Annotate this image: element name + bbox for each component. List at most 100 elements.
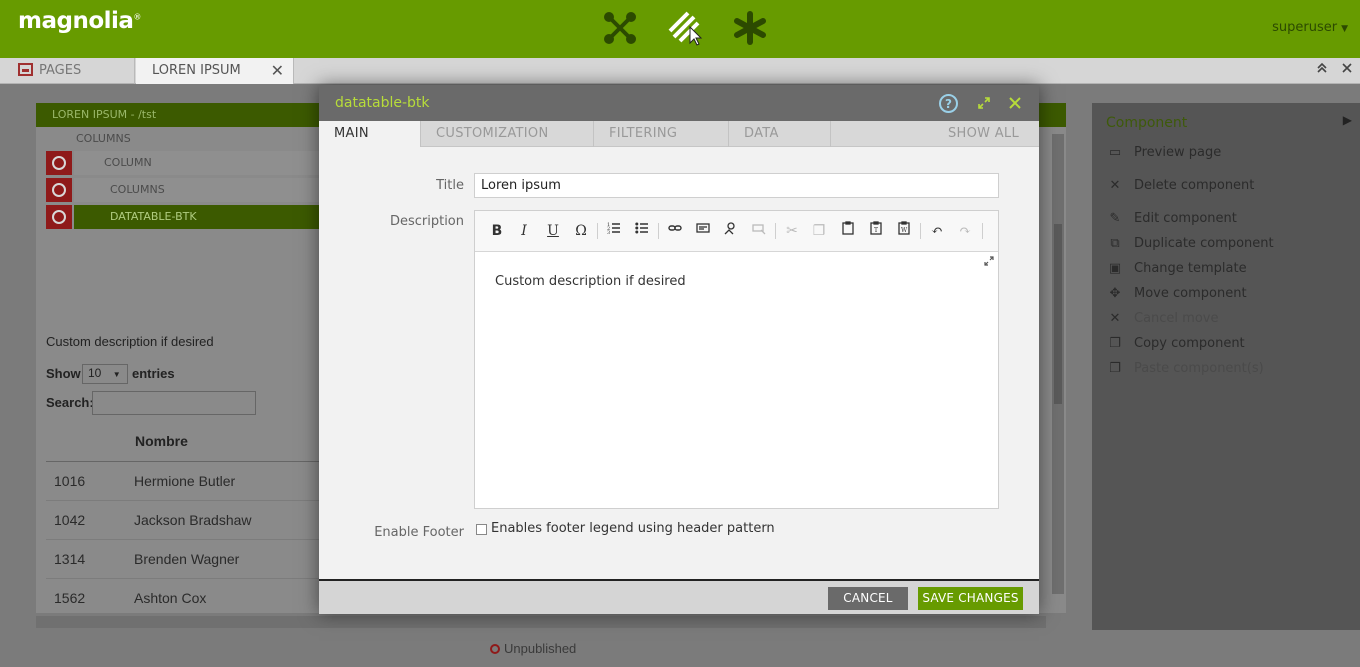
preview-search-label: Search: bbox=[46, 395, 94, 410]
tree-row-columns-nested[interactable]: COLUMNS bbox=[46, 178, 346, 202]
user-menu[interactable]: superuser ▼ bbox=[1272, 20, 1348, 35]
collapse-icon[interactable] bbox=[1316, 58, 1328, 84]
undo-icon[interactable]: ↶ bbox=[926, 220, 948, 242]
underline-icon[interactable]: U bbox=[542, 220, 564, 242]
toolbar-divider bbox=[597, 223, 598, 239]
redo-icon: ↷ bbox=[959, 223, 971, 239]
action-move-component[interactable]: ✥ Move component bbox=[1106, 283, 1247, 305]
action-edit-component[interactable]: ✎ Edit component bbox=[1106, 208, 1237, 230]
move-icon: ✥ bbox=[1109, 286, 1121, 301]
close-icon[interactable] bbox=[1005, 93, 1025, 113]
app-launcher-group bbox=[600, 8, 770, 48]
edit-component-dialog: datatable-btk ? MAIN CUSTOMIZATION FILTE… bbox=[319, 85, 1039, 614]
preview-show-label: Show bbox=[46, 366, 81, 381]
paste-icon: ❐ bbox=[1109, 361, 1121, 376]
preview-horizontal-scrollbar[interactable] bbox=[36, 616, 1046, 628]
tab-filtering[interactable]: FILTERING bbox=[594, 121, 729, 147]
magnolia-logo[interactable]: magnolia® bbox=[18, 8, 141, 34]
tab-show-all[interactable]: SHOW ALL bbox=[831, 121, 1039, 147]
publish-status: Unpublished bbox=[490, 641, 576, 656]
tab-customization[interactable]: CUSTOMIZATION bbox=[421, 121, 594, 147]
dialog-body: Title Description B I U Ω 123 bbox=[319, 147, 1039, 579]
enable-footer-checkbox-label[interactable]: Enables footer legend using header patte… bbox=[491, 521, 775, 536]
internal-link-icon[interactable] bbox=[692, 220, 714, 242]
bold-icon[interactable]: B bbox=[486, 220, 508, 242]
asset-link-icon[interactable] bbox=[720, 220, 742, 242]
dialog-title: datatable-btk bbox=[335, 95, 430, 111]
table-row[interactable]: 1562 Ashton Cox bbox=[46, 579, 326, 613]
preview-search-input[interactable] bbox=[92, 391, 256, 415]
component-marker-icon bbox=[46, 151, 72, 175]
action-delete-component[interactable]: ✕ Delete component bbox=[1106, 175, 1255, 197]
enable-footer-checkbox[interactable] bbox=[476, 524, 487, 535]
column-header-nombre[interactable]: Nombre bbox=[135, 433, 188, 449]
toolbar-divider bbox=[920, 223, 921, 239]
edit-icon: ✎ bbox=[1109, 211, 1121, 226]
tab-pages[interactable]: PAGES bbox=[0, 58, 135, 84]
svg-text:3: 3 bbox=[607, 230, 610, 235]
paste-word-icon[interactable]: W bbox=[893, 220, 915, 242]
tree-row-column[interactable]: COLUMN bbox=[46, 151, 346, 175]
close-tab-icon[interactable]: ✕ bbox=[271, 58, 284, 84]
description-label: Description bbox=[389, 214, 464, 229]
preview-icon: ▭ bbox=[1108, 145, 1122, 160]
action-paste-component: ❐ Paste component(s) bbox=[1106, 358, 1264, 380]
paste-text-icon[interactable]: T bbox=[865, 220, 887, 242]
favorites-icon[interactable] bbox=[730, 8, 770, 48]
action-duplicate-component[interactable]: ⧉ Duplicate component bbox=[1106, 233, 1273, 255]
tab-data[interactable]: DATA bbox=[729, 121, 831, 147]
cancel-button[interactable]: CANCEL bbox=[828, 587, 908, 610]
pulse-tasks-icon[interactable] bbox=[665, 8, 705, 48]
maximize-icon[interactable] bbox=[974, 93, 994, 113]
rich-text-editor[interactable]: B I U Ω 123 ✂ ❐ T W ↶ ↷ Custom descripti… bbox=[474, 210, 999, 509]
close-app-icon[interactable] bbox=[1341, 58, 1353, 84]
tab-loren-ipsum[interactable]: LOREN IPSUM ✕ bbox=[136, 58, 294, 84]
action-bar-title: Component bbox=[1106, 115, 1188, 131]
tab-main[interactable]: MAIN bbox=[319, 121, 421, 148]
action-change-template[interactable]: ▣ Change template bbox=[1106, 258, 1247, 280]
svg-text:T: T bbox=[874, 227, 878, 234]
template-icon: ▣ bbox=[1108, 261, 1122, 276]
table-row[interactable]: 1042 Jackson Bradshaw bbox=[46, 501, 326, 540]
action-cancel-move: ✕ Cancel move bbox=[1106, 308, 1219, 330]
link-icon[interactable] bbox=[664, 220, 686, 242]
expand-editor-icon[interactable] bbox=[984, 255, 994, 266]
unlink-icon bbox=[748, 220, 770, 242]
copy-icon: ❐ bbox=[1109, 336, 1121, 351]
status-dot-icon bbox=[490, 644, 500, 654]
apps-launcher-icon[interactable] bbox=[600, 8, 640, 48]
entries-select[interactable]: 10 ▼ bbox=[82, 364, 128, 384]
action-preview-page[interactable]: ▭ Preview page bbox=[1106, 142, 1221, 164]
duplicate-icon: ⧉ bbox=[1110, 236, 1120, 251]
tree-row-datatable[interactable]: DATATABLE-BTK bbox=[46, 205, 346, 229]
tree-row-columns[interactable]: COLUMNS bbox=[46, 127, 346, 151]
pages-icon bbox=[18, 63, 33, 76]
save-changes-button[interactable]: SAVE CHANGES bbox=[918, 587, 1023, 610]
special-char-icon[interactable]: Ω bbox=[570, 220, 592, 242]
dialog-tabs: MAIN CUSTOMIZATION FILTERING DATA SHOW A… bbox=[319, 121, 1039, 148]
numbered-list-icon[interactable]: 123 bbox=[603, 220, 625, 242]
collapse-panel-icon[interactable]: ▶ bbox=[1343, 113, 1352, 127]
editor-content[interactable]: Custom description if desired bbox=[495, 274, 686, 289]
scroll-thumb[interactable] bbox=[1054, 224, 1062, 404]
bulleted-list-icon[interactable] bbox=[631, 220, 653, 242]
title-input[interactable] bbox=[474, 173, 999, 198]
cut-icon: ✂ bbox=[786, 223, 798, 239]
app-tab-bar: PAGES LOREN IPSUM ✕ bbox=[0, 58, 1360, 84]
preview-entries-label: entries bbox=[132, 366, 175, 381]
table-row[interactable]: 1314 Brenden Wagner bbox=[46, 540, 326, 579]
enable-footer-label: Enable Footer bbox=[374, 525, 464, 540]
chevron-down-icon: ▼ bbox=[1341, 24, 1348, 34]
action-bar: Component ▶ ▭ Preview page ✕ Delete compon… bbox=[1092, 103, 1360, 630]
dialog-footer: CANCEL SAVE CHANGES bbox=[319, 579, 1039, 614]
copy-icon: ❐ bbox=[812, 223, 826, 239]
action-copy-component[interactable]: ❐ Copy component bbox=[1106, 333, 1244, 355]
preview-vertical-scrollbar[interactable] bbox=[1052, 134, 1064, 594]
table-row[interactable]: 1016 Hermione Butler bbox=[46, 462, 326, 501]
italic-icon[interactable]: I bbox=[513, 220, 535, 242]
help-icon[interactable]: ? bbox=[939, 94, 958, 113]
editor-toolbar: B I U Ω 123 ✂ ❐ T W ↶ ↷ bbox=[475, 211, 998, 252]
cancel-icon: ✕ bbox=[1109, 311, 1121, 326]
title-label: Title bbox=[436, 178, 464, 193]
paste-icon[interactable] bbox=[837, 220, 859, 242]
